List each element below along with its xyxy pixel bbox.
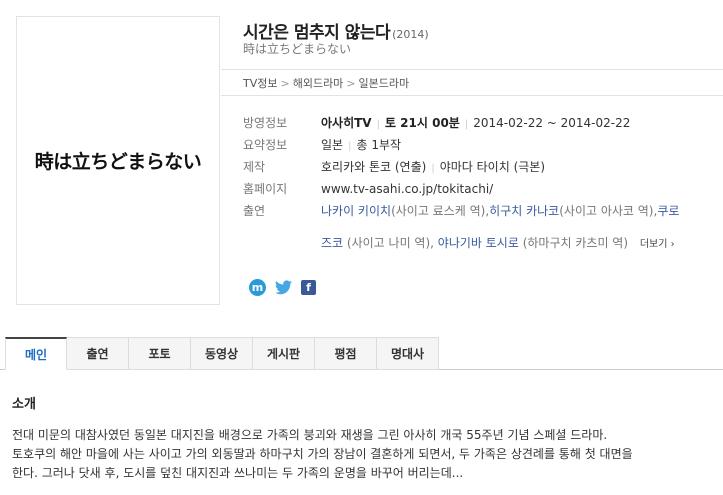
breadcrumb-item-tv-info[interactable]: TV정보 xyxy=(243,77,277,90)
poster-text: 時は立ちどまらない xyxy=(34,151,202,173)
cast-link-kuro[interactable]: 쿠로 xyxy=(657,202,679,219)
cast-link-zuko[interactable]: 즈코 xyxy=(321,236,343,250)
description: 전대 미문의 대참사였던 동일본 대지진을 배경으로 가족의 붕괴와 재생을 그… xyxy=(12,426,717,483)
cast-role: (하마구치 카츠미 역) xyxy=(518,236,629,250)
divider xyxy=(221,69,723,70)
tab-board[interactable]: 게시판 xyxy=(253,337,315,370)
tab-main[interactable]: 메인 xyxy=(5,337,67,370)
director[interactable]: 호리카와 톤코 (연출) xyxy=(321,158,426,175)
cast-role: (사이고 나미 역), xyxy=(343,236,438,250)
twitter-icon[interactable] xyxy=(275,279,292,296)
more-cast-button[interactable]: 더보기 › xyxy=(640,239,675,250)
facebook-icon[interactable]: f xyxy=(301,280,316,295)
description-line: 토호쿠의 해안 마을에 사는 사이고 가의 외동딸과 하마구치 가의 장남이 결… xyxy=(12,447,633,461)
homepage-row: 홈페이지 www.tv-asahi.co.jp/tokitachi/ xyxy=(243,180,493,197)
cast-row-2: 즈코 (사이고 나미 역), 야나기바 토시로 (하마구치 카츠미 역) 더보기… xyxy=(321,234,675,251)
description-line: 한다. 그러나 닷새 후, 도시를 덮친 대지진과 쓰나미는 두 가족의 운명을… xyxy=(12,466,464,480)
tab-bar: 메인 출연 포토 동영상 게시판 평점 명대사 xyxy=(0,337,723,370)
share-buttons: m f xyxy=(249,279,316,296)
twitter-bird-icon xyxy=(275,280,292,295)
summary-label: 요약정보 xyxy=(243,138,288,152)
title-year: (2014) xyxy=(392,28,429,41)
production-label: 제작 xyxy=(243,160,266,174)
original-title: 時は立ちどまらない xyxy=(243,42,352,56)
broadcast-row: 방영정보 아사히TV | 토 21시 00분 | 2014-02-22 ~ 20… xyxy=(243,116,631,130)
channel: 아사히TV xyxy=(321,116,372,130)
breadcrumb: TV정보 > 해외드라마 > 일본드라마 xyxy=(243,77,410,90)
production-row: 제작 호리카와 톤코 (연출) | 야마다 타이치 (극본) xyxy=(243,158,546,175)
tab-photo[interactable]: 포토 xyxy=(129,337,191,370)
me2day-icon[interactable]: m xyxy=(249,279,266,296)
country: 일본 xyxy=(321,138,344,152)
tab-cast[interactable]: 출연 xyxy=(67,337,129,370)
air-dates: 2014-02-22 ~ 2014-02-22 xyxy=(473,116,631,130)
section-title: 소개 xyxy=(12,397,36,412)
cast-role: (사이고 아사코 역), xyxy=(559,204,658,218)
air-time: 토 21시 00분 xyxy=(384,116,460,130)
cast-role: (사이고 료스케 역), xyxy=(391,204,490,218)
breadcrumb-item-japanese-drama[interactable]: 일본드라마 xyxy=(359,77,410,90)
poster-image: 時は立ちどまらない xyxy=(16,16,220,305)
cast-link-nakai[interactable]: 나카이 키이치 xyxy=(321,202,391,219)
cast-label: 출연 xyxy=(243,204,266,218)
summary-row: 요약정보 일본 | 총 1부작 xyxy=(243,138,402,152)
cast-row: 출연 나카이 키이치 (사이고 료스케 역), 히구치 카나코 (사이고 아사코… xyxy=(243,202,679,219)
breadcrumb-item-foreign-drama[interactable]: 해외드라마 xyxy=(293,77,344,90)
homepage-link[interactable]: www.tv-asahi.co.jp/tokitachi/ xyxy=(321,182,493,196)
cast-link-higuchi[interactable]: 히구치 카나코 xyxy=(489,202,559,219)
writer[interactable]: 야마다 타이치 (극본) xyxy=(440,158,545,175)
tab-rating[interactable]: 평점 xyxy=(315,337,377,370)
tab-video[interactable]: 동영상 xyxy=(191,337,253,370)
tab-quotes[interactable]: 명대사 xyxy=(377,337,439,370)
cast-link-yanagiba[interactable]: 야나기바 토시로 xyxy=(438,236,519,250)
divider xyxy=(221,95,723,96)
description-line: 전대 미문의 대참사였던 동일본 대지진을 배경으로 가족의 붕괴와 재생을 그… xyxy=(12,428,608,442)
broadcast-label: 방영정보 xyxy=(243,116,288,130)
episodes: 총 1부작 xyxy=(356,138,402,152)
homepage-label: 홈페이지 xyxy=(243,182,288,196)
